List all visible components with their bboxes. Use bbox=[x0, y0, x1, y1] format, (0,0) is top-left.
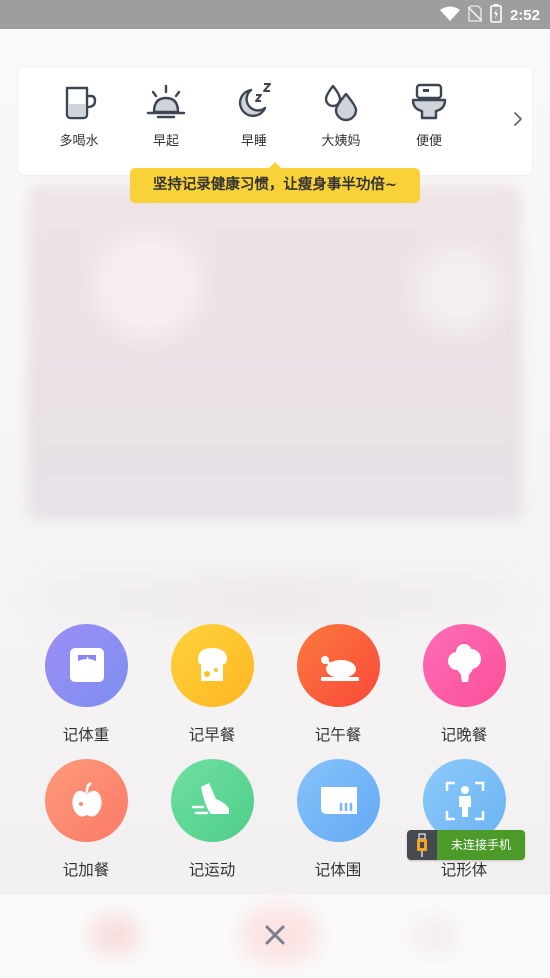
tooltip: 坚持记录健康习惯，让瘦身事半功倍~ bbox=[130, 168, 420, 203]
habit-panel: 多喝水 早起 早睡 大姨妈 便便 bbox=[18, 68, 532, 175]
habit-label: 多喝水 bbox=[59, 134, 99, 149]
action-record-body-shape[interactable]: 记形体 bbox=[414, 759, 514, 880]
apple-icon bbox=[44, 759, 128, 842]
blurred-spot bbox=[410, 915, 460, 955]
action-record-breakfast[interactable]: 记早餐 bbox=[162, 624, 262, 745]
blurred-spot bbox=[90, 915, 140, 955]
close-button[interactable] bbox=[258, 918, 292, 952]
usb-plug-icon bbox=[407, 830, 437, 860]
habit-bowel[interactable]: 便便 bbox=[394, 82, 464, 149]
action-label: 记早餐 bbox=[188, 726, 236, 744]
habit-label: 大姨妈 bbox=[321, 134, 361, 149]
habit-early-rise[interactable]: 早起 bbox=[131, 82, 201, 149]
wifi-icon bbox=[439, 6, 460, 26]
sunrise-icon bbox=[131, 82, 201, 122]
action-label: 记午餐 bbox=[314, 726, 362, 744]
cup-icon bbox=[44, 82, 114, 122]
bread-icon bbox=[170, 624, 254, 707]
action-label: 记晚餐 bbox=[440, 726, 488, 744]
habit-early-sleep[interactable]: 早睡 bbox=[219, 82, 289, 149]
action-label: 记体重 bbox=[62, 726, 110, 744]
drops-icon bbox=[306, 82, 376, 122]
action-record-measurement[interactable]: 记体围 bbox=[288, 759, 388, 880]
clock-time: 2:52 bbox=[509, 7, 540, 24]
scale-icon bbox=[44, 624, 128, 707]
habit-label: 早睡 bbox=[240, 134, 267, 149]
blurred-card bbox=[28, 185, 522, 520]
toilet-icon bbox=[394, 82, 464, 122]
status-bar: 2:52 bbox=[0, 0, 550, 29]
action-label: 记体围 bbox=[314, 861, 362, 879]
habit-period[interactable]: 大姨妈 bbox=[306, 82, 376, 149]
broccoli-icon bbox=[422, 624, 506, 707]
badge-text: 未连接手机 bbox=[437, 830, 525, 860]
shoe-icon bbox=[170, 759, 254, 842]
battery-icon bbox=[490, 4, 502, 27]
moon-sleep-icon bbox=[219, 82, 289, 122]
action-record-weight[interactable]: 记体重 bbox=[36, 624, 136, 745]
action-label: 记加餐 bbox=[62, 861, 110, 879]
blurred-strip bbox=[30, 575, 520, 625]
roast-chicken-icon bbox=[296, 624, 380, 707]
no-sim-icon bbox=[467, 5, 483, 26]
action-record-dinner[interactable]: 记晚餐 bbox=[414, 624, 514, 745]
habit-label: 早起 bbox=[152, 134, 179, 149]
action-record-exercise[interactable]: 记运动 bbox=[162, 759, 262, 880]
action-label: 记运动 bbox=[188, 861, 236, 879]
habit-drink-water[interactable]: 多喝水 bbox=[44, 82, 114, 149]
tape-measure-icon bbox=[296, 759, 380, 842]
habit-label: 便便 bbox=[415, 134, 442, 149]
action-record-snack[interactable]: 记加餐 bbox=[36, 759, 136, 880]
action-record-lunch[interactable]: 记午餐 bbox=[288, 624, 388, 745]
action-label: 记形体 bbox=[440, 861, 488, 879]
chevron-right-icon[interactable] bbox=[512, 110, 524, 132]
close-icon bbox=[258, 925, 292, 956]
phone-connection-badge[interactable]: 未连接手机 bbox=[407, 830, 525, 860]
